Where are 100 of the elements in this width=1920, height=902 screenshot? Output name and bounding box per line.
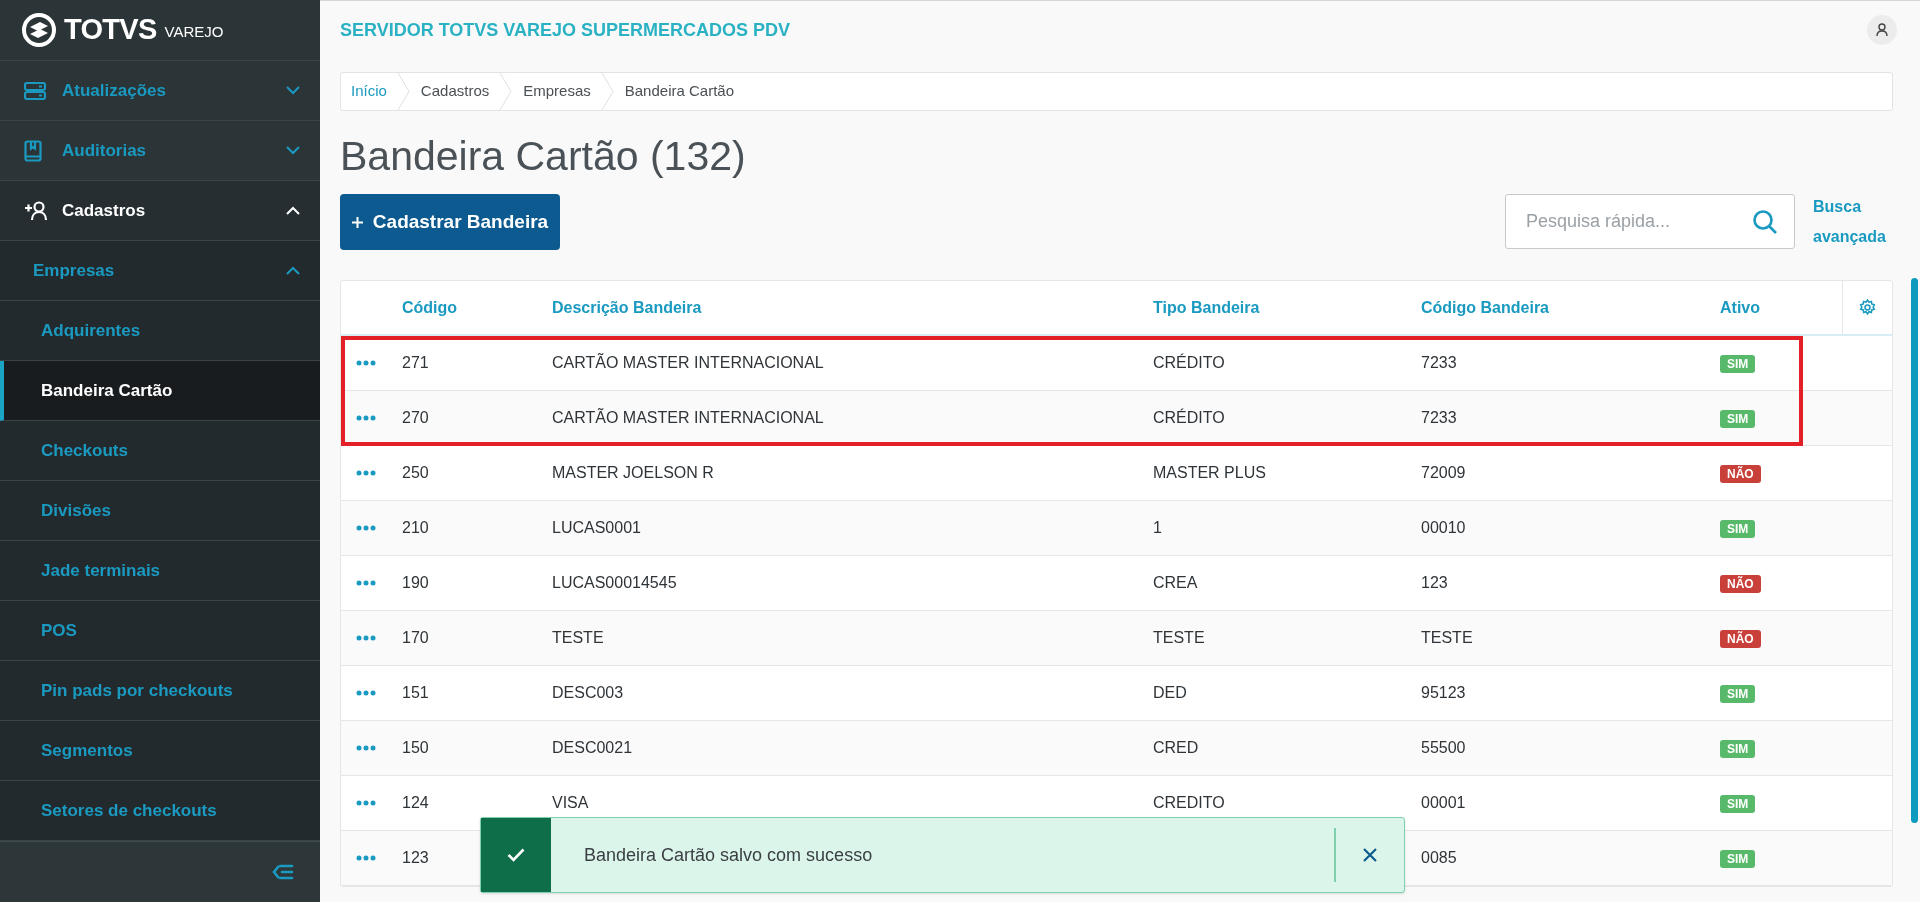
status-badge: SIM (1720, 685, 1756, 703)
table-cell: CRÉDITO (1153, 354, 1225, 371)
status-badge: SIM (1720, 740, 1756, 758)
logo-text: TOTVS (64, 12, 157, 48)
breadcrumb-link[interactable]: Bandeira Cartão (614, 73, 744, 110)
search-field[interactable]: Pesquisa rápida... (1505, 194, 1795, 249)
table-cell: TESTE (1421, 629, 1473, 646)
add-button[interactable]: Cadastrar Bandeira (340, 194, 560, 250)
more-icon[interactable] (356, 580, 376, 586)
table-cell: 00001 (1421, 794, 1466, 811)
table-cell: TESTE (1153, 629, 1205, 646)
table-row[interactable]: 170 TESTE TESTE TESTE NÃO (341, 611, 1892, 666)
sidebar-item[interactable]: Auditorias (0, 121, 320, 181)
status-badge: SIM (1720, 410, 1756, 428)
breadcrumb-link[interactable]: Cadastros (410, 73, 500, 110)
logo-subtitle: VAREJO (164, 21, 224, 42)
table-cell: 270 (402, 409, 429, 426)
table-cell: 250 (402, 464, 429, 481)
settings-icon[interactable] (1859, 299, 1876, 316)
table-row[interactable]: 150 DESC0021 CRED 55500 SIM (341, 721, 1892, 776)
status-badge: NÃO (1720, 465, 1761, 483)
status-badge: NÃO (1720, 630, 1761, 648)
more-icon[interactable] (356, 745, 376, 751)
scrollbar[interactable] (1911, 278, 1918, 823)
table-cell: 0085 (1421, 849, 1457, 866)
breadcrumb-link[interactable]: Empresas (513, 73, 601, 110)
more-icon[interactable] (356, 855, 376, 861)
more-icon[interactable] (356, 800, 376, 806)
book-icon (24, 139, 42, 162)
chevron-down-icon (286, 86, 300, 95)
table-cell: DESC0021 (552, 739, 633, 756)
sidebar-item[interactable]: Bandeira Cartão (0, 361, 320, 421)
table-cell: 55500 (1421, 739, 1466, 756)
logo-icon (22, 13, 56, 47)
chevron-up-icon (286, 266, 300, 275)
more-icon[interactable] (356, 525, 376, 531)
table-cell: 170 (402, 629, 429, 646)
user-icon (1876, 23, 1888, 37)
table-cell: MASTER PLUS (1153, 464, 1266, 481)
column-header[interactable]: Código Bandeira (1421, 298, 1549, 316)
chevron-up-icon (286, 206, 300, 215)
table-cell: 123 (1421, 574, 1448, 591)
table-cell: VISA (552, 794, 589, 811)
check-icon (507, 848, 525, 862)
server-name: SERVIDOR TOTVS VAREJO SUPERMERCADOS PDV (340, 18, 791, 42)
table-cell: LUCAS0001 (552, 519, 641, 536)
more-icon[interactable] (356, 360, 376, 366)
close-icon (1362, 847, 1378, 863)
status-badge: NÃO (1720, 575, 1761, 593)
search-input[interactable]: Pesquisa rápida... (1526, 208, 1752, 235)
column-header[interactable]: Código (402, 298, 458, 316)
table-cell: 00010 (1421, 519, 1466, 536)
table-cell: 72009 (1421, 464, 1466, 481)
add-user-icon (24, 200, 48, 221)
table-cell: DED (1153, 684, 1187, 701)
chevron-down-icon (286, 146, 300, 155)
column-header[interactable]: Descrição Bandeira (552, 298, 702, 316)
table-cell: TESTE (552, 629, 604, 646)
plus-icon (351, 216, 363, 228)
table-cell: 95123 (1421, 684, 1466, 701)
page-title: Bandeira Cartão (132) (340, 132, 747, 181)
status-badge: SIM (1720, 850, 1756, 868)
table-cell: 7233 (1421, 354, 1457, 371)
status-badge: SIM (1720, 355, 1756, 373)
sidebar-item[interactable]: Cadastros (0, 181, 320, 241)
more-icon[interactable] (356, 470, 376, 476)
table-cell: CRÉDITO (1153, 409, 1225, 426)
column-header[interactable]: Ativo (1720, 298, 1760, 316)
table-cell: CREDITO (1153, 794, 1225, 811)
table-cell: 210 (402, 519, 429, 536)
table-cell: 271 (402, 354, 429, 371)
table-cell: DESC003 (552, 684, 624, 701)
table-cell: 124 (402, 794, 429, 811)
user-avatar[interactable] (1867, 15, 1897, 45)
table-cell: 123 (402, 849, 429, 866)
table-cell: 7233 (1421, 409, 1457, 426)
status-badge: SIM (1720, 520, 1756, 538)
table-cell: CARTÃO MASTER INTERNACIONAL (552, 409, 824, 426)
more-icon[interactable] (356, 415, 376, 421)
table-cell: CARTÃO MASTER INTERNACIONAL (552, 354, 824, 371)
table-cell: LUCAS00014545 (552, 574, 677, 591)
more-icon[interactable] (356, 690, 376, 696)
search-icon[interactable] (1752, 208, 1778, 235)
server-icon (24, 81, 46, 100)
table-cell: MASTER JOELSON R (552, 464, 714, 481)
advanced-search-link[interactable]: Busca avançada (1813, 192, 1893, 252)
table-cell: 151 (402, 684, 429, 701)
breadcrumb-link[interactable]: Início (341, 73, 397, 110)
status-badge: SIM (1720, 795, 1756, 813)
table-cell: CRED (1153, 739, 1199, 756)
table-cell: CREA (1153, 574, 1198, 591)
table-cell: 150 (402, 739, 429, 756)
table-row[interactable]: 210 LUCAS0001 1 00010 SIM (341, 501, 1892, 556)
table-cell: 1 (1153, 519, 1162, 536)
more-icon[interactable] (356, 635, 376, 641)
table-cell: 190 (402, 574, 429, 591)
column-header[interactable]: Tipo Bandeira (1153, 298, 1260, 316)
sidebar-item[interactable]: Atualizações (0, 61, 320, 121)
toast-message: Bandeira Cartão salvo com sucesso (583, 843, 874, 867)
collapse-menu-icon[interactable] (272, 864, 294, 880)
